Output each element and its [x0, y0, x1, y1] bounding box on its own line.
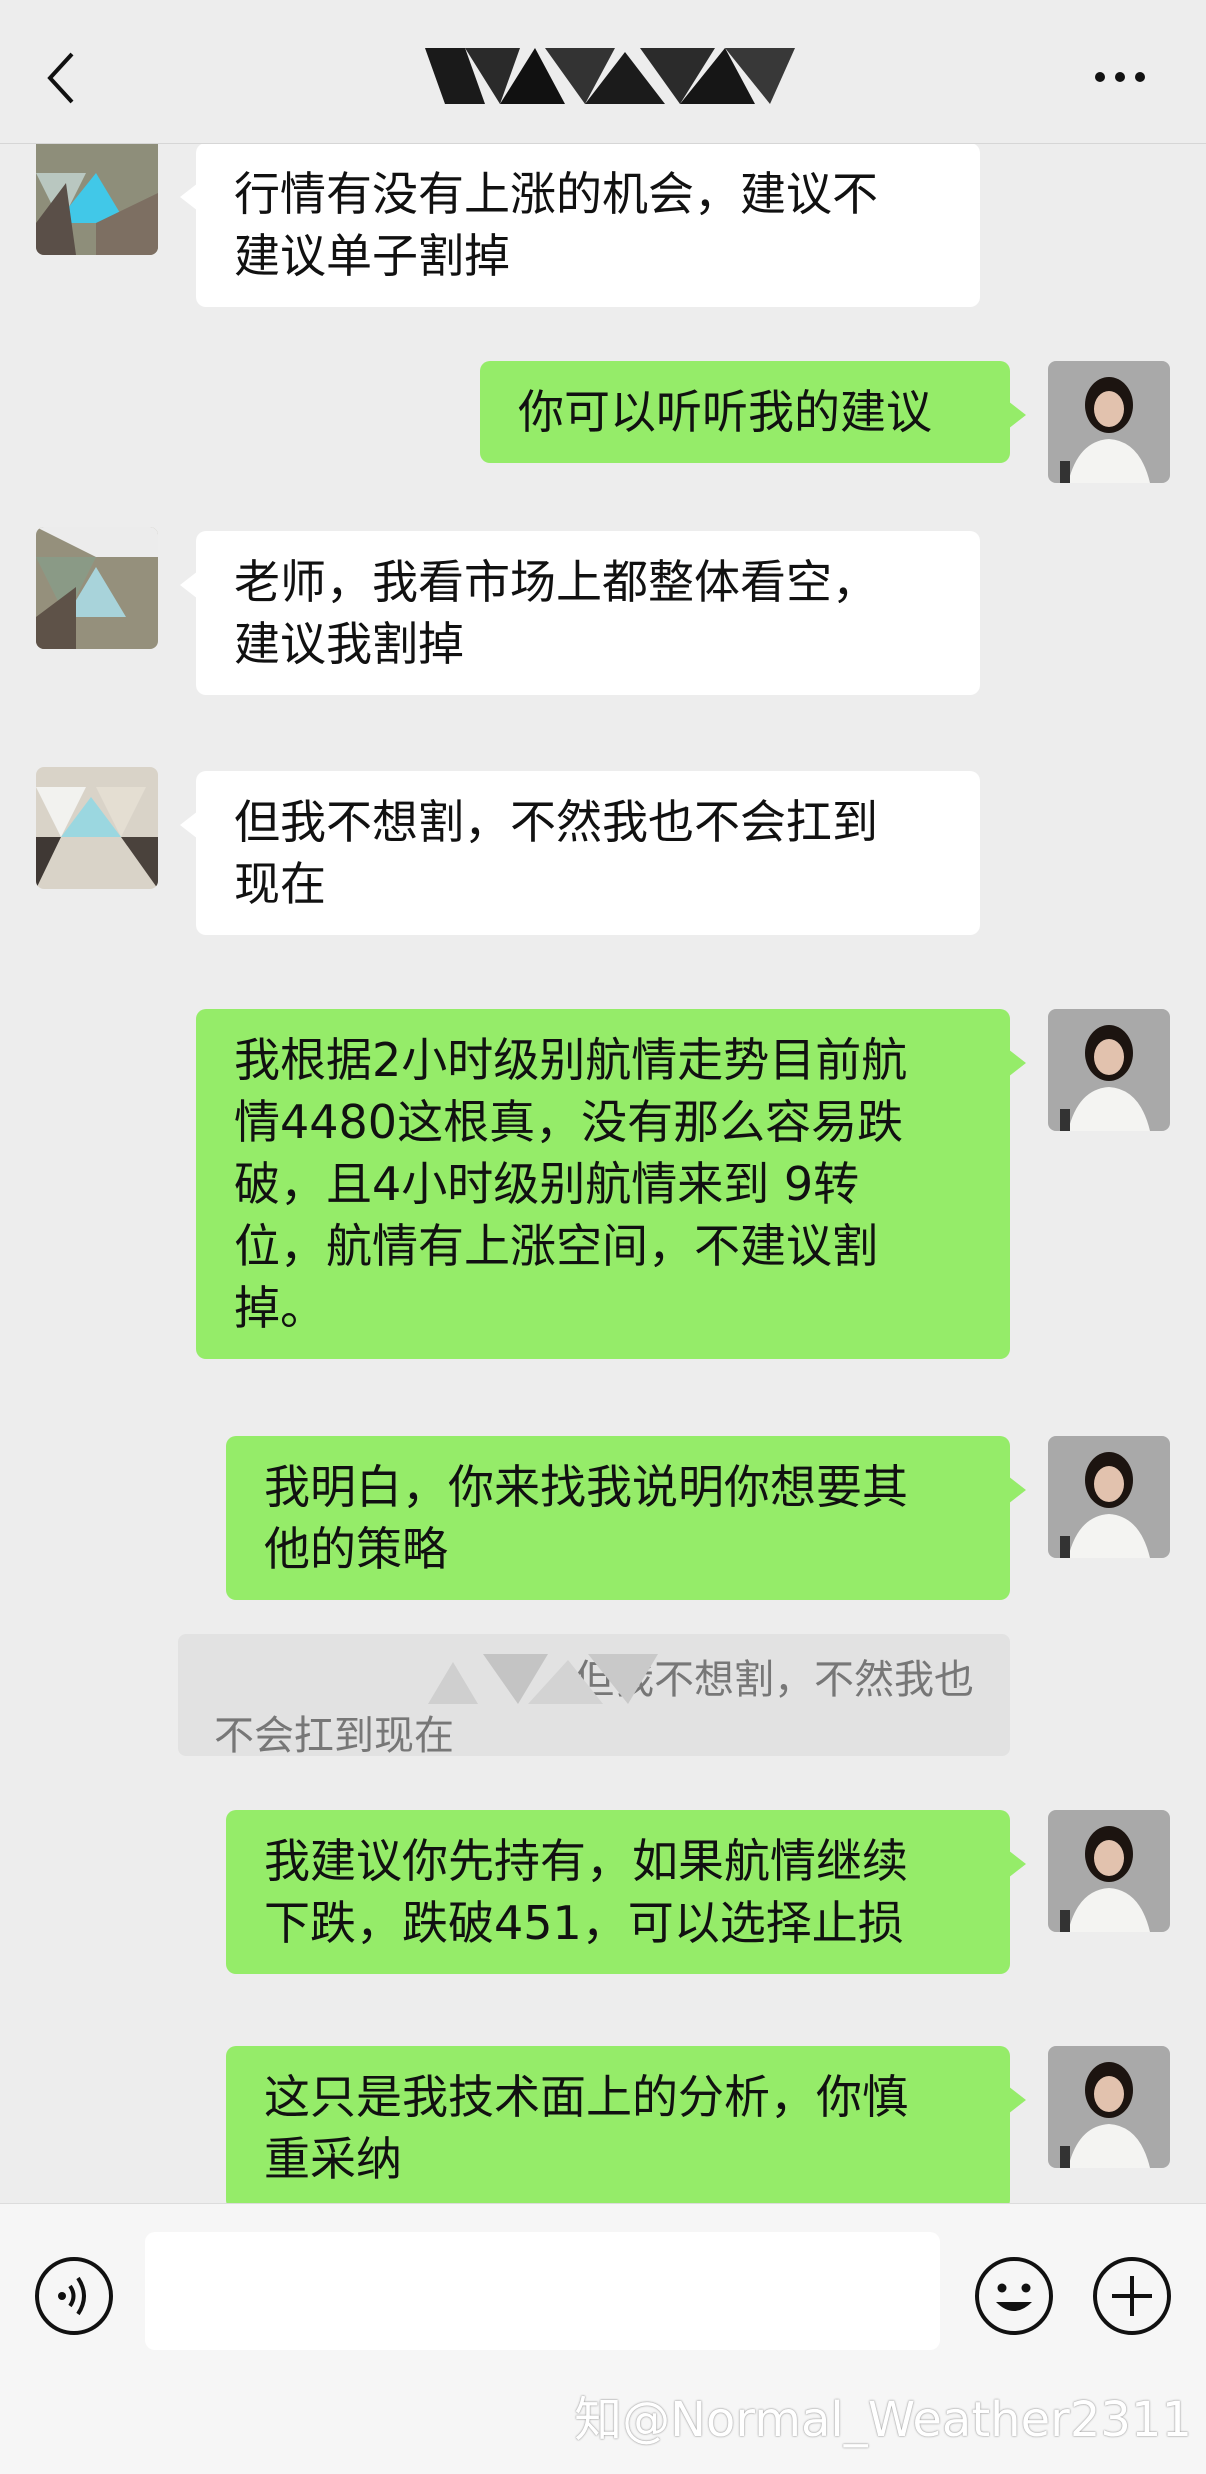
- my-avatar[interactable]: [1048, 1009, 1170, 1131]
- quoted-text-line-2: 不会扛到现在: [214, 1713, 454, 1759]
- top-nav-bar: [0, 0, 1206, 144]
- message-bubble-outgoing[interactable]: 你可以听听我的建议: [480, 361, 1026, 463]
- message-bubble-incoming[interactable]: 但我不想割，不然我也不会扛到 现在: [180, 771, 980, 935]
- contact-avatar[interactable]: [36, 767, 158, 889]
- message-bubble-incoming[interactable]: 行情有没有上涨的机会，建议不 建议单子割掉: [180, 143, 980, 307]
- chat-title-redacted: [425, 48, 795, 104]
- message-bubble-outgoing[interactable]: 我建议你先持有，如果航情继续 下跌，跌破451，可以选择止损: [226, 1810, 1026, 1974]
- quoted-message[interactable]: 但我不想割，不然我也 不会扛到现在: [178, 1634, 1010, 1759]
- plus-icon[interactable]: [1090, 2254, 1174, 2338]
- more-dots-icon[interactable]: [1090, 62, 1150, 92]
- input-bar: 知@Normal_Weather2311: [0, 2203, 1206, 2474]
- my-avatar[interactable]: [1048, 361, 1170, 483]
- emoji-icon[interactable]: [972, 2254, 1056, 2338]
- my-avatar[interactable]: [1048, 1810, 1170, 1932]
- quote-sender-redacted: [428, 1654, 658, 1704]
- chevron-left-icon[interactable]: [42, 48, 82, 108]
- contact-avatar[interactable]: [36, 527, 158, 649]
- my-avatar[interactable]: [1048, 2046, 1170, 2168]
- message-bubble-outgoing[interactable]: 我明白，你来找我说明你想要其 他的策略: [226, 1436, 1026, 1600]
- voice-icon[interactable]: [32, 2254, 116, 2338]
- message-bubble-incoming[interactable]: 老师，我看市场上都整体看空， 建议我割掉: [180, 531, 980, 695]
- message-input[interactable]: [145, 2232, 940, 2350]
- message-bubble-outgoing[interactable]: 这只是我技术面上的分析，你慎 重采纳: [226, 2046, 1026, 2203]
- watermark: 知@Normal_Weather2311: [574, 2392, 1192, 2448]
- chat-message-list[interactable]: 行情有没有上涨的机会，建议不 建议单子割掉 你可以听听我的建议 老师，我看市场上…: [0, 143, 1206, 2203]
- my-avatar[interactable]: [1048, 1436, 1170, 1558]
- contact-avatar[interactable]: [36, 143, 158, 255]
- message-bubble-outgoing[interactable]: 我根据2小时级别航情走势目前航 情4480这根真，没有那么容易跌 破，且4小时级…: [196, 1009, 1026, 1359]
